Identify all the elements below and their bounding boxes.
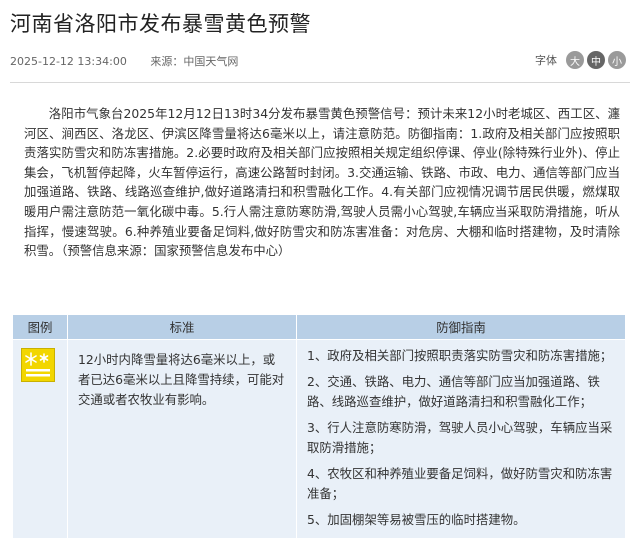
font-size-medium-button[interactable]: 中 [587,51,605,69]
snowstorm-yellow-warning-icon [21,348,55,382]
legend-cell [12,339,68,539]
table-row: 12小时内降雪量将达6毫米以上，或者已达6毫米以上且降雪持续，可能对交通或者农牧… [12,339,626,539]
font-size-label: 字体 [535,54,557,67]
article-meta: 2025-12-12 13:34:00 来源：中国天气网 [10,53,238,69]
header-standard: 标准 [67,314,297,340]
guidelines-cell: 1、政府及相关部门按照职责落实防雪灾和防冻害措施； 2、交通、铁路、电力、通信等… [296,339,626,539]
source-label: 来源： [150,55,184,68]
header-legend: 图例 [12,314,68,340]
list-item: 5、加固棚架等易被雪压的临时搭建物。 [307,512,526,527]
table-header-row: 图例 标准 防御指南 [12,314,626,340]
warning-info-table: 图例 标准 防御指南 12小时内降雪量将达6毫米以上，或者已达6毫米以上且降雪持… [12,314,626,539]
standard-cell: 12小时内降雪量将达6毫米以上，或者已达6毫米以上且降雪持续，可能对交通或者农牧… [67,339,297,539]
list-item: 3、行人注意防寒防滑，驾驶人员小心驾驶，车辆应当采取防滑措施； [307,420,613,455]
font-size-switcher: 字体 大 中 小 [535,51,626,69]
page-title: 河南省洛阳市发布暴雪黄色预警 [10,12,311,36]
list-item: 1、政府及相关部门按照职责落实防雪灾和防冻害措施； [307,348,613,363]
font-size-small-button[interactable]: 小 [608,51,626,69]
source-name: 中国天气网 [183,55,239,68]
list-item: 4、农牧区和种养殖业要备足饲料，做好防雪灾和防冻害准备； [307,466,613,501]
snowflake-icon [25,352,50,377]
header-guidelines: 防御指南 [296,314,626,340]
article-body: 洛阳市气象台2025年12月12日13时34分发布暴雪黄色预警信号：预计未来12… [24,106,620,259]
publish-datetime: 2025-12-12 13:34:00 [10,55,127,68]
list-item: 2、交通、铁路、电力、通信等部门应当加强道路、铁路、线路巡查维护，做好道路清扫和… [307,374,600,409]
font-size-large-button[interactable]: 大 [566,51,584,69]
header-divider [10,82,630,83]
